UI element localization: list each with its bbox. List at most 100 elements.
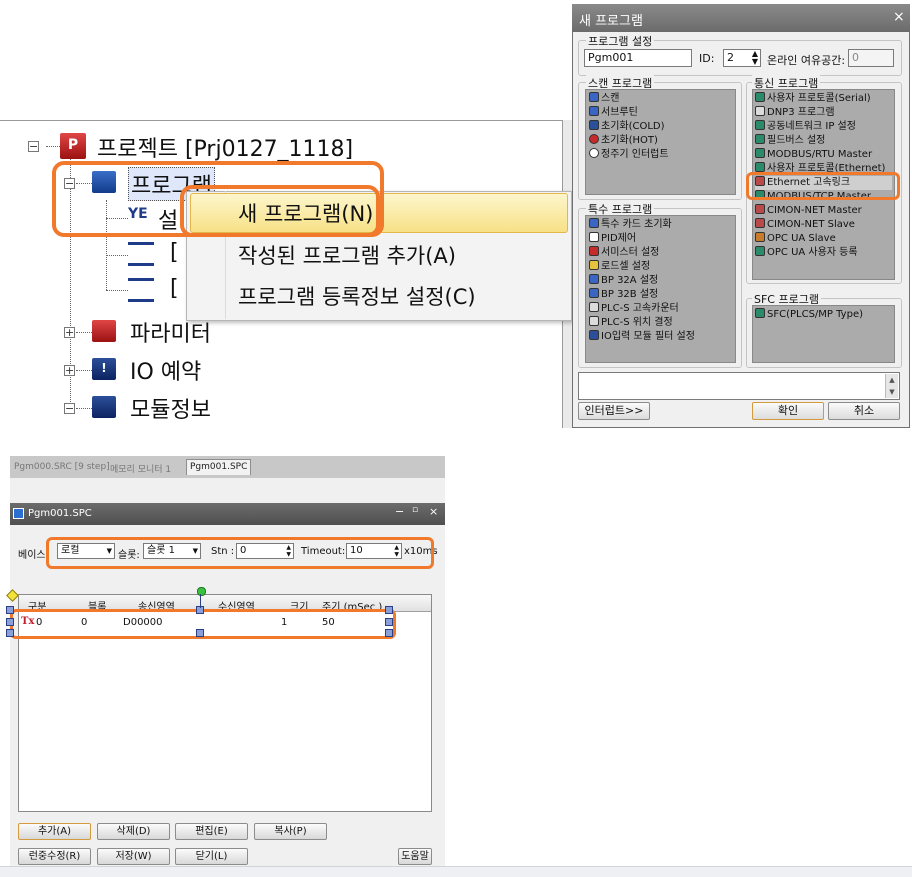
list-item[interactable]: 로드셀 설정 — [589, 260, 732, 274]
list-item[interactable]: 특수 카드 초기화 — [589, 218, 732, 232]
close-button[interactable]: 닫기(L) — [175, 848, 248, 865]
collapse-toggle-project[interactable]: − — [28, 141, 39, 152]
tab-memory-monitor[interactable]: 메모리 모니터 1 — [110, 462, 171, 475]
expand-toggle-io[interactable]: + — [64, 365, 75, 376]
sfc-program-list[interactable]: SFC(PLCS/MP Type) — [752, 305, 895, 363]
list-item[interactable]: 정주기 인터럽트 — [589, 148, 732, 162]
scan-program-list[interactable]: 스캔 서브루틴 초기화(COLD) 초기화(HOT) 정주기 인터럽트 — [585, 89, 736, 195]
bottom-strip — [0, 866, 912, 877]
resize-handle[interactable] — [6, 629, 14, 637]
callout-settings-row — [46, 537, 434, 569]
bp-icon — [589, 274, 599, 284]
resize-handle[interactable] — [385, 606, 393, 614]
init-cold-icon — [589, 120, 599, 130]
protocol-icon — [755, 92, 765, 102]
fieldbus-icon — [755, 134, 765, 144]
resize-handle[interactable] — [385, 629, 393, 637]
tree-item-project[interactable]: 프로젝트 [Prj0127_1118] — [97, 131, 353, 163]
expand-toggle-parameter[interactable]: + — [64, 327, 75, 338]
callout-ethernet-link — [746, 172, 900, 200]
sfc-icon — [755, 308, 765, 318]
ladder-program-icon — [128, 278, 154, 302]
list-item[interactable]: 스캔 — [589, 92, 732, 106]
resize-handle[interactable] — [196, 629, 204, 637]
subroutine-icon — [589, 106, 599, 116]
list-item[interactable]: DNP3 프로그램 — [755, 106, 892, 120]
list-item[interactable]: BP 32A 설정 — [589, 274, 732, 288]
close-icon[interactable]: × — [429, 505, 438, 518]
list-item[interactable]: SFC(PLCS/MP Type) — [755, 308, 892, 322]
dialog-close-icon[interactable]: × — [893, 9, 905, 25]
list-item[interactable]: OPC UA Slave — [755, 232, 892, 246]
program-name-input[interactable]: Pgm001 — [584, 49, 692, 67]
tree-line — [106, 290, 128, 291]
list-item[interactable]: CIMON-NET Master — [755, 204, 892, 218]
online-space-value: 0 — [852, 51, 859, 64]
copy-button[interactable]: 복사(P) — [254, 823, 327, 840]
rotate-handle[interactable] — [197, 587, 206, 596]
id-value: 2 — [727, 51, 734, 64]
cimon-icon — [755, 204, 765, 214]
protocol-icon — [755, 162, 765, 172]
interrupt-button[interactable]: 인터럽트>> — [578, 402, 650, 420]
card-icon — [589, 218, 599, 228]
ladder-program-icon — [128, 242, 154, 266]
minimize-icon[interactable]: − — [395, 505, 404, 518]
list-item[interactable]: 필드버스 설정 — [755, 134, 892, 148]
cancel-button[interactable]: 취소 — [828, 402, 900, 420]
resize-handle[interactable] — [6, 618, 14, 626]
list-item[interactable]: MODBUS/RTU Master — [755, 148, 892, 162]
init-hot-icon — [589, 134, 599, 144]
tree-line — [46, 146, 60, 147]
list-item[interactable]: CIMON-NET Slave — [755, 218, 892, 232]
editor-title: Pgm001.SPC — [28, 508, 92, 519]
list-item[interactable]: OPC UA 사용자 등록 — [755, 246, 892, 260]
save-button[interactable]: 저장(W) — [97, 848, 170, 865]
tab-pgm000[interactable]: Pgm000.SRC [9 step] — [14, 462, 110, 472]
menu-item-properties[interactable]: 프로그램 등록정보 설정(C) — [238, 281, 476, 311]
clock-icon — [589, 148, 599, 158]
edit-button[interactable]: 편집(E) — [175, 823, 248, 840]
maximize-icon[interactable]: ▫ — [412, 505, 418, 515]
tree-item-child-2[interactable]: [ — [170, 240, 179, 265]
resize-handle[interactable] — [385, 618, 393, 626]
list-item[interactable]: PID제어 — [589, 232, 732, 246]
menu-item-add-existing[interactable]: 작성된 프로그램 추가(A) — [238, 240, 456, 270]
tree-item-module[interactable]: 모듈정보 — [130, 392, 211, 424]
rotate-handle-line — [200, 594, 201, 608]
list-item[interactable]: BP 32B 설정 — [589, 288, 732, 302]
ok-button[interactable]: 확인 — [752, 402, 824, 420]
spinner-arrows-icon[interactable]: ▲ ▼ — [752, 50, 758, 66]
list-item[interactable]: 서미스터 설정 — [589, 246, 732, 260]
resize-handle[interactable] — [6, 606, 14, 614]
tree-item-io[interactable]: IO 예약 — [130, 354, 201, 386]
program-settings-label: 프로그램 설정 — [586, 33, 655, 49]
hsc-icon — [589, 302, 599, 312]
parameter-folder-icon — [92, 320, 116, 342]
special-program-list[interactable]: 특수 카드 초기화 PID제어 서미스터 설정 로드셀 설정 BP 32A 설정… — [585, 215, 736, 363]
tree-line — [76, 370, 92, 371]
add-button[interactable]: 추가(A) — [18, 823, 91, 840]
opc-user-icon — [755, 246, 765, 256]
list-item[interactable]: 초기화(HOT) — [589, 134, 732, 148]
id-label: ID: — [699, 52, 715, 65]
list-item[interactable]: PLC-S 고속카운터 — [589, 302, 732, 316]
help-button[interactable]: 도움말 — [398, 848, 432, 865]
online-space-input[interactable]: 0 — [848, 49, 894, 67]
list-item[interactable]: 사용자 프로토콜(Serial) — [755, 92, 892, 106]
scan-icon — [589, 92, 599, 102]
collapse-toggle-module[interactable]: − — [64, 403, 75, 414]
list-item[interactable]: 공동네트워크 IP 설정 — [755, 120, 892, 134]
description-scrollbar[interactable]: ▲ ▼ — [885, 374, 898, 398]
id-spinner[interactable]: 2 ▲ ▼ — [723, 49, 761, 67]
base-label: 베이스: — [18, 550, 49, 561]
list-item[interactable]: 서브루틴 — [589, 106, 732, 120]
delete-button[interactable]: 삭제(D) — [97, 823, 170, 840]
list-item[interactable]: PLC-S 위치 결정 — [589, 316, 732, 330]
tree-line — [76, 408, 92, 409]
list-item[interactable]: 초기화(COLD) — [589, 120, 732, 134]
list-item[interactable]: IO입력 모듈 필터 설정 — [589, 330, 732, 344]
tree-item-child-3[interactable]: [ — [170, 276, 179, 301]
online-edit-button[interactable]: 런중수정(R) — [18, 848, 91, 865]
tab-pgm001[interactable]: Pgm001.SPC — [186, 459, 252, 475]
